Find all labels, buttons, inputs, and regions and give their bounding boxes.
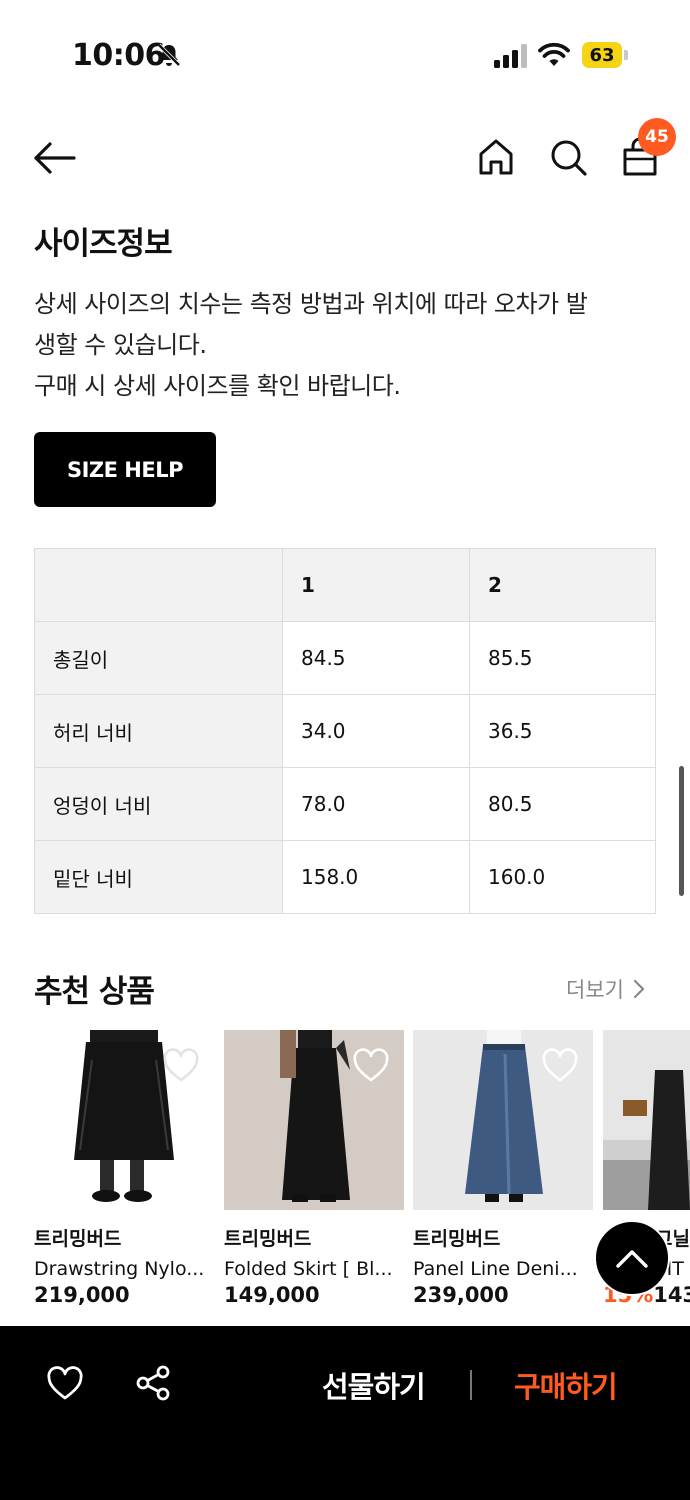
status-time: 10:06 [72, 38, 166, 73]
product-image[interactable] [34, 1030, 214, 1210]
size-table-cell: 36.5 [469, 694, 656, 768]
scroll-to-top-button[interactable] [594, 1220, 670, 1296]
gift-button[interactable]: 선물하기 [322, 1364, 426, 1406]
product-price-value: 219,000 [34, 1283, 130, 1307]
heart-icon[interactable] [162, 1048, 200, 1084]
product-card[interactable]: 트리밍버드 Folded Skirt [ Bl... 149,000 [224, 1030, 404, 1307]
recommended-title: 추천 상품 [34, 974, 155, 1010]
size-description-line: 구매 시 상세 사이즈를 확인 바랍니다. [34, 372, 401, 400]
size-description-line: 상세 사이즈의 치수는 측정 방법과 위치에 따라 오차가 발 [34, 290, 588, 318]
size-table: 1 2 총길이 84.5 85.5 허리 너비 34.0 36.5 엉덩이 너비… [34, 548, 656, 914]
divider [470, 1370, 472, 1400]
size-table-row-label: 엉덩이 너비 [34, 767, 283, 841]
size-table-cell: 158.0 [282, 840, 470, 914]
size-help-button[interactable]: SIZE HELP [34, 432, 216, 507]
size-table-header-cell: 1 [282, 548, 470, 622]
cart-count-badge: 45 [638, 118, 676, 156]
search-icon[interactable] [548, 136, 588, 178]
back-arrow-icon[interactable] [30, 138, 78, 178]
heart-icon[interactable] [541, 1048, 579, 1084]
product-image[interactable] [224, 1030, 404, 1210]
product-price-value: 149,000 [224, 1283, 320, 1307]
product-card[interactable]: 트리밍버드 Panel Line Deni... 239,000 [413, 1030, 593, 1307]
product-name: Folded Skirt [ Bl... [224, 1258, 393, 1280]
size-table-header-cell [34, 548, 283, 622]
size-table-cell: 78.0 [282, 767, 470, 841]
size-table-cell: 160.0 [469, 840, 656, 914]
size-table-row: 엉덩이 너비 78.0 80.5 [34, 767, 656, 841]
heart-icon[interactable] [352, 1048, 390, 1084]
wishlist-heart-icon[interactable] [46, 1366, 84, 1402]
battery-indicator: 63 [582, 42, 628, 68]
top-nav: 45 [0, 118, 690, 200]
product-name: Drawstring Nylo... [34, 1258, 205, 1280]
size-table-cell: 80.5 [469, 767, 656, 841]
signal-icon [494, 44, 527, 68]
more-link[interactable]: 더보기 [566, 974, 646, 1004]
bottom-action-bar: 선물하기 구매하기 [0, 1326, 690, 1500]
buy-button[interactable]: 구매하기 [514, 1364, 618, 1406]
product-price-value: 143 [653, 1283, 690, 1307]
size-description-line: 생할 수 있습니다. [34, 331, 207, 359]
size-table-row: 허리 너비 34.0 36.5 [34, 694, 656, 768]
product-brand: 트리밍버드 [34, 1228, 122, 1250]
product-photo [603, 1030, 690, 1210]
size-table-row-label: 총길이 [34, 621, 283, 695]
home-icon[interactable] [476, 136, 516, 178]
size-table-row: 총길이 84.5 85.5 [34, 621, 656, 695]
size-table-cell: 84.5 [282, 621, 470, 695]
recommended-products[interactable]: 트리밍버드 Drawstring Nylo... 219,000 트리밍버드 F… [0, 1030, 690, 1320]
product-card[interactable]: 트리밍버드 Drawstring Nylo... 219,000 [34, 1030, 214, 1307]
size-info-title: 사이즈정보 [34, 226, 173, 262]
product-price: 239,000 [413, 1283, 593, 1307]
size-table-row-label: 밑단 너비 [34, 840, 283, 914]
bell-off-icon [157, 43, 181, 67]
product-price-value: 239,000 [413, 1283, 509, 1307]
product-price: 149,000 [224, 1283, 404, 1307]
status-bar: 10:06 63 [0, 0, 690, 110]
size-description: 상세 사이즈의 치수는 측정 방법과 위치에 따라 오차가 발 생할 수 있습니… [34, 284, 654, 407]
size-table-row-label: 허리 너비 [34, 694, 283, 768]
battery-tip [624, 50, 628, 60]
product-brand: 트리밍버드 [413, 1228, 501, 1250]
share-icon[interactable] [134, 1364, 172, 1402]
size-table-header-row: 1 2 [34, 548, 656, 622]
product-image[interactable] [603, 1030, 690, 1210]
product-price: 219,000 [34, 1283, 214, 1307]
scroll-indicator[interactable] [679, 766, 684, 896]
size-table-header-cell: 2 [469, 548, 656, 622]
more-link-label: 더보기 [566, 978, 624, 1002]
product-brand: 트리밍버드 [224, 1228, 312, 1250]
size-table-cell: 85.5 [469, 621, 656, 695]
product-image[interactable] [413, 1030, 593, 1210]
chevron-up-icon [616, 1250, 648, 1268]
chevron-right-icon [633, 979, 645, 999]
size-table-row: 밑단 너비 158.0 160.0 [34, 840, 656, 914]
wifi-icon [538, 42, 570, 66]
battery-level: 63 [582, 42, 622, 68]
product-name: Panel Line Deni... [413, 1258, 578, 1280]
size-table-cell: 34.0 [282, 694, 470, 768]
